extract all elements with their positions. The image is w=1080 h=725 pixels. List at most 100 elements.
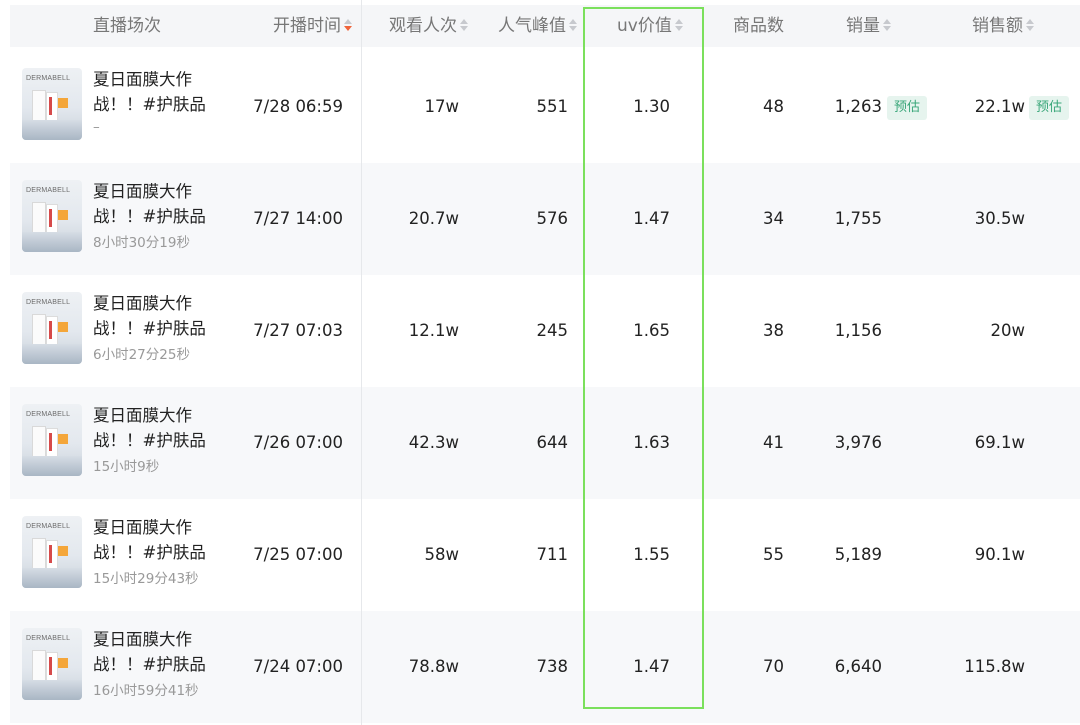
live-title-link[interactable]: 夏日面膜大作战！！#护肤品 [93, 515, 223, 565]
sales-value: 1,755 [834, 209, 882, 228]
start-time: 7/24 07:00 [253, 657, 343, 676]
brand-logo-text: DERMABELL [26, 523, 71, 530]
products-count: 55 [763, 545, 784, 564]
sort-icon[interactable] [883, 18, 891, 32]
live-title-link[interactable]: 夏日面膜大作战！！#护肤品 [93, 403, 223, 453]
col-header-title-label: 直播场次 [93, 16, 161, 36]
live-duration: 6小时27分25秒 [93, 347, 190, 363]
revenue-value: 20w [990, 321, 1026, 340]
start-time: 7/27 14:00 [253, 209, 343, 228]
sales-value: 6,640 [834, 657, 882, 676]
revenue-value: 90.1w [974, 545, 1025, 564]
views-value: 78.8w [408, 657, 459, 676]
live-title-link[interactable]: 夏日面膜大作战！！#护肤品 [93, 179, 223, 229]
col-header-revenue-label: 销售额 [972, 16, 1023, 36]
cover-wave [22, 456, 82, 476]
table-header: 直播场次 开播时间 观看人次 人气峰值 uv价值 商品数 销量 销售额 [10, 5, 1080, 47]
col-header-products-label: 商品数 [733, 16, 784, 36]
table-row[interactable]: DERMABELL 夏日面膜大作战！！#护肤品 15小时9秒 7/26 07:00 42… [10, 387, 1080, 499]
sales-value: 3,976 [834, 433, 882, 452]
table-row[interactable]: DERMABELL 夏日面膜大作战！！#护肤品 – 7/28 06:59 17w 551 1… [10, 51, 1080, 163]
col-header-peak[interactable]: 人气峰值 [498, 5, 577, 47]
live-cover-thumbnail[interactable]: DERMABELL [22, 628, 82, 700]
live-cover-thumbnail[interactable]: DERMABELL [22, 180, 82, 252]
cover-wave [22, 344, 82, 364]
live-cover-thumbnail[interactable]: DERMABELL [22, 68, 82, 140]
live-duration: 8小时30分19秒 [93, 235, 190, 251]
start-time: 7/27 07:03 [253, 321, 343, 340]
products-count: 34 [763, 209, 784, 228]
sales-value: 5,189 [834, 545, 882, 564]
views-value: 42.3w [408, 433, 459, 452]
peak-value: 644 [536, 433, 569, 452]
col-header-uv-label: uv价值 [617, 16, 672, 36]
sort-icon[interactable] [674, 18, 683, 32]
start-time: 7/28 06:59 [253, 97, 343, 116]
uv-value: 1.30 [633, 97, 670, 116]
live-duration: – [93, 119, 100, 135]
peak-value: 245 [536, 321, 569, 340]
product-box [58, 434, 68, 444]
estimate-badge: 预估 [887, 96, 928, 120]
cover-wave [22, 680, 82, 700]
uv-value: 1.47 [633, 209, 670, 228]
views-value: 58w [424, 545, 460, 564]
product-box [58, 210, 68, 220]
sort-icon[interactable] [1026, 18, 1034, 32]
product-box [58, 98, 68, 108]
products-count: 70 [763, 657, 784, 676]
col-header-peak-label: 人气峰值 [498, 16, 566, 36]
live-title-link[interactable]: 夏日面膜大作战！！#护肤品 [93, 627, 223, 677]
live-title-link[interactable]: 夏日面膜大作战！！#护肤品 [93, 67, 223, 117]
col-header-views[interactable]: 观看人次 [389, 5, 468, 47]
products-count: 38 [763, 321, 784, 340]
start-time: 7/26 07:00 [253, 433, 343, 452]
uv-value: 1.47 [633, 657, 670, 676]
col-header-sales-label: 销量 [846, 16, 880, 36]
cover-wave [22, 120, 82, 140]
revenue-value: 115.8w [964, 657, 1025, 676]
col-header-products: 商品数 [733, 5, 784, 47]
live-duration: 16小时59分41秒 [93, 683, 199, 699]
brand-logo-text: DERMABELL [26, 411, 71, 418]
views-value: 20.7w [408, 209, 459, 228]
table-row[interactable]: DERMABELL 夏日面膜大作战！！#护肤品 15小时29分43秒 7/25 07:… [10, 499, 1080, 611]
peak-value: 576 [536, 209, 569, 228]
brand-logo-text: DERMABELL [26, 75, 71, 82]
column-divider [361, 0, 362, 725]
product-box [58, 546, 68, 556]
revenue-value: 69.1w [974, 433, 1025, 452]
table-row[interactable]: DERMABELL 夏日面膜大作战！！#护肤品 6小时27分25秒 7/27 07:0… [10, 275, 1080, 387]
col-header-time-label: 开播时间 [273, 16, 341, 36]
brand-logo-text: DERMABELL [26, 187, 71, 194]
product-box [58, 658, 68, 668]
uv-value: 1.65 [633, 321, 670, 340]
col-header-revenue[interactable]: 销售额 [972, 5, 1034, 47]
uv-value: 1.63 [633, 433, 670, 452]
col-header-sales[interactable]: 销量 [846, 5, 891, 47]
live-cover-thumbnail[interactable]: DERMABELL [22, 292, 82, 364]
estimate-badge: 预估 [1029, 96, 1070, 120]
live-duration: 15小时9秒 [93, 459, 160, 475]
product-box [58, 322, 68, 332]
revenue-value: 22.1w [974, 97, 1025, 116]
sort-desc-icon[interactable] [344, 18, 352, 32]
revenue-value: 30.5w [974, 209, 1025, 228]
sales-value: 1,156 [834, 321, 882, 340]
live-cover-thumbnail[interactable]: DERMABELL [22, 516, 82, 588]
sort-icon[interactable] [460, 18, 468, 32]
sort-icon[interactable] [569, 18, 577, 32]
table-row[interactable]: DERMABELL 夏日面膜大作战！！#护肤品 8小时30分19秒 7/27 14:0… [10, 163, 1080, 275]
brand-logo-text: DERMABELL [26, 635, 71, 642]
live-title-link[interactable]: 夏日面膜大作战！！#护肤品 [93, 291, 223, 341]
products-count: 41 [763, 433, 784, 452]
brand-logo-text: DERMABELL [26, 299, 71, 306]
start-time: 7/25 07:00 [253, 545, 343, 564]
table-body: DERMABELL 夏日面膜大作战！！#护肤品 –7/28 06:59 17w 551 1… [10, 51, 1080, 723]
peak-value: 551 [536, 97, 569, 116]
col-header-time[interactable]: 开播时间 [273, 5, 352, 47]
live-cover-thumbnail[interactable]: DERMABELL [22, 404, 82, 476]
col-header-uv[interactable]: uv价值 [617, 5, 683, 47]
table-row[interactable]: DERMABELL 夏日面膜大作战！！#护肤品 16小时59分41秒 7/24 07:… [10, 611, 1080, 723]
peak-value: 711 [536, 545, 569, 564]
